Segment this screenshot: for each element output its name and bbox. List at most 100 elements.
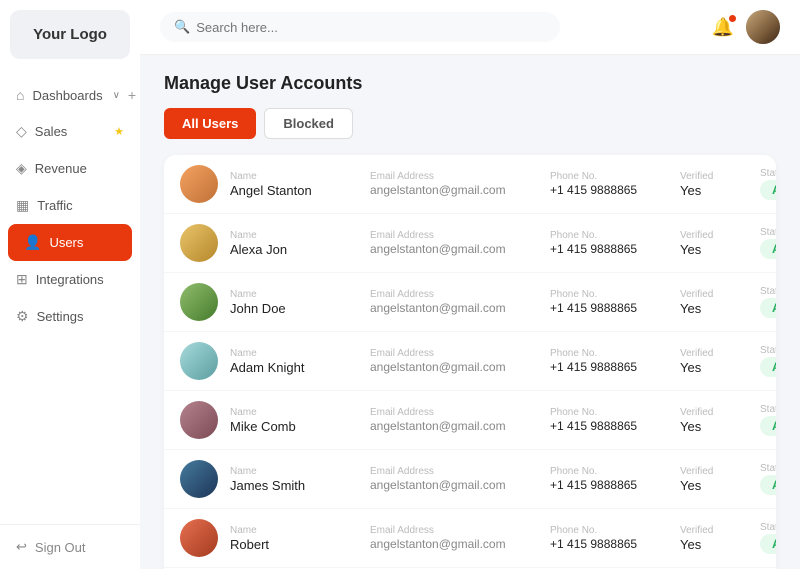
sidebar-item-users[interactable]: 👤 Users xyxy=(8,224,132,261)
email-label: Email Address xyxy=(370,348,550,359)
phone-label: Phone No. xyxy=(550,289,680,300)
table-row: NameJames SmithEmail Addressangelstanton… xyxy=(164,450,776,509)
sign-out-label: Sign Out xyxy=(35,540,86,555)
tab-blocked[interactable]: Blocked xyxy=(264,108,353,139)
user-avatar xyxy=(180,283,218,321)
user-phone-cell: Phone No.+1 415 9888865 xyxy=(550,466,680,492)
user-verified: Yes xyxy=(680,478,760,493)
notification-dot xyxy=(729,15,736,22)
table-row: NameAlexa JonEmail Addressangelstanton@g… xyxy=(164,214,776,273)
user-name: James Smith xyxy=(230,478,370,493)
sidebar-item-traffic[interactable]: ▦ Traffic xyxy=(0,187,140,224)
status-label: Status xyxy=(760,286,776,297)
table-row: NameAdam KnightEmail Addressangelstanton… xyxy=(164,332,776,391)
sidebar-label-settings: Settings xyxy=(37,309,84,324)
sidebar-item-revenue[interactable]: ◈ Revenue xyxy=(0,150,140,187)
table-row: NameRobertEmail Addressangelstanton@gmai… xyxy=(164,509,776,568)
user-name: Mike Comb xyxy=(230,419,370,434)
integrations-icon: ⊞ xyxy=(16,271,28,288)
sidebar-label-revenue: Revenue xyxy=(35,161,87,176)
user-name: Alexa Jon xyxy=(230,242,370,257)
user-avatar xyxy=(180,519,218,557)
user-verified: Yes xyxy=(680,537,760,552)
sales-icon: ◇ xyxy=(16,123,27,140)
star-icon: ★ xyxy=(114,125,124,138)
signout-icon: ↩ xyxy=(16,539,27,555)
verified-label: Verified xyxy=(680,466,760,477)
avatar[interactable] xyxy=(746,10,780,44)
search-input[interactable] xyxy=(196,20,546,35)
name-label: Name xyxy=(230,289,370,300)
verified-label: Verified xyxy=(680,289,760,300)
user-avatar xyxy=(180,460,218,498)
phone-label: Phone No. xyxy=(550,348,680,359)
user-phone: +1 415 9888865 xyxy=(550,419,680,433)
user-avatar xyxy=(180,165,218,203)
status-badge: Active xyxy=(760,357,776,377)
user-phone: +1 415 9888865 xyxy=(550,537,680,551)
user-verified-cell: VerifiedYes xyxy=(680,466,760,493)
sidebar-label-integrations: Integrations xyxy=(36,272,104,287)
traffic-icon: ▦ xyxy=(16,197,29,214)
user-avatar xyxy=(180,401,218,439)
sidebar-item-settings[interactable]: ⚙ Settings xyxy=(0,298,140,335)
user-phone-cell: Phone No.+1 415 9888865 xyxy=(550,407,680,433)
content-area: Manage User Accounts All Users Blocked N… xyxy=(140,55,800,569)
phone-label: Phone No. xyxy=(550,525,680,536)
status-badge: Active xyxy=(760,416,776,436)
user-name: Robert xyxy=(230,537,370,552)
add-icon[interactable]: + xyxy=(128,87,136,103)
sidebar-item-dashboards[interactable]: ⌂ Dashboards ∨ + xyxy=(0,77,140,113)
user-phone: +1 415 9888865 xyxy=(550,301,680,315)
user-phone: +1 415 9888865 xyxy=(550,242,680,256)
user-name: Angel Stanton xyxy=(230,183,370,198)
sidebar-item-integrations[interactable]: ⊞ Integrations xyxy=(0,261,140,298)
verified-label: Verified xyxy=(680,348,760,359)
email-label: Email Address xyxy=(370,289,550,300)
notification-bell[interactable]: 🔔 xyxy=(712,17,734,38)
user-phone: +1 415 9888865 xyxy=(550,478,680,492)
tab-all-users[interactable]: All Users xyxy=(164,108,256,139)
user-verified-cell: VerifiedYes xyxy=(680,230,760,257)
phone-label: Phone No. xyxy=(550,466,680,477)
status-label: Status xyxy=(760,463,776,474)
sidebar-label-sales: Sales xyxy=(35,124,68,139)
sidebar-item-sales[interactable]: ◇ Sales ★ xyxy=(0,113,140,150)
status-badge: Active xyxy=(760,180,776,200)
home-icon: ⌂ xyxy=(16,87,24,103)
nav: ⌂ Dashboards ∨ + ◇ Sales ★ ◈ Revenue ▦ T… xyxy=(0,69,140,524)
search-box[interactable]: 🔍 xyxy=(160,12,560,42)
table-row: NameAngel StantonEmail Addressangelstant… xyxy=(164,155,776,214)
revenue-icon: ◈ xyxy=(16,160,27,177)
status-label: Status xyxy=(760,404,776,415)
user-table: NameAngel StantonEmail Addressangelstant… xyxy=(164,155,776,569)
user-email: angelstanton@gmail.com xyxy=(370,301,550,315)
user-phone: +1 415 9888865 xyxy=(550,360,680,374)
user-verified-cell: VerifiedYes xyxy=(680,171,760,198)
verified-label: Verified xyxy=(680,171,760,182)
chevron-down-icon: ∨ xyxy=(113,90,120,101)
user-email-cell: Email Addressangelstanton@gmail.com xyxy=(370,525,550,551)
sign-out-button[interactable]: ↩ Sign Out xyxy=(0,524,140,569)
user-status-cell: StatusActive xyxy=(760,522,776,554)
user-verified-cell: VerifiedYes xyxy=(680,289,760,316)
user-name-cell: NameRobert xyxy=(230,525,370,552)
user-phone-cell: Phone No.+1 415 9888865 xyxy=(550,289,680,315)
user-verified-cell: VerifiedYes xyxy=(680,348,760,375)
email-label: Email Address xyxy=(370,230,550,241)
name-label: Name xyxy=(230,466,370,477)
status-label: Status xyxy=(760,345,776,356)
user-status-cell: StatusActive xyxy=(760,286,776,318)
user-phone-cell: Phone No.+1 415 9888865 xyxy=(550,230,680,256)
user-name-cell: NameAlexa Jon xyxy=(230,230,370,257)
user-verified: Yes xyxy=(680,242,760,257)
user-name-cell: NameAngel Stanton xyxy=(230,171,370,198)
name-label: Name xyxy=(230,407,370,418)
user-name-cell: NameMike Comb xyxy=(230,407,370,434)
user-verified-cell: VerifiedYes xyxy=(680,407,760,434)
header: 🔍 🔔 xyxy=(140,0,800,55)
users-icon: 👤 xyxy=(24,234,41,251)
user-status-cell: StatusActive xyxy=(760,404,776,436)
status-badge: Active xyxy=(760,534,776,554)
user-email: angelstanton@gmail.com xyxy=(370,478,550,492)
